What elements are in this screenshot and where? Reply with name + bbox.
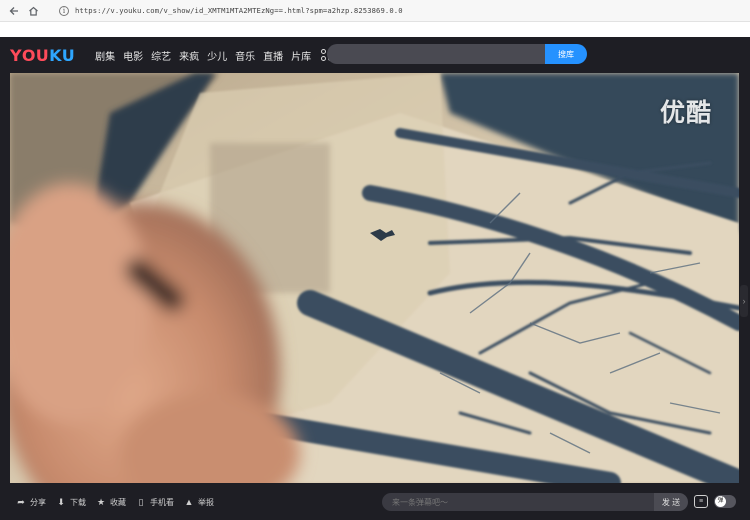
- nav-item-series[interactable]: 剧集: [95, 48, 115, 63]
- nav-item-library[interactable]: 片库: [291, 48, 311, 63]
- share-label: 分享: [30, 497, 46, 507]
- report-label: 举报: [198, 497, 214, 507]
- nav-item-laifeng[interactable]: 来疯: [179, 48, 199, 63]
- nav-item-live[interactable]: 直播: [263, 48, 283, 63]
- channel-nav: 剧集 电影 综艺 来疯 少儿 音乐 直播 片库: [95, 48, 334, 63]
- share-icon: ➦: [17, 496, 25, 507]
- back-arrow-icon[interactable]: [6, 3, 22, 19]
- download-label: 下载: [70, 497, 86, 507]
- share-button[interactable]: ➦ 分享: [16, 497, 46, 508]
- nav-item-variety[interactable]: 综艺: [151, 48, 171, 63]
- search-button[interactable]: 搜库: [545, 44, 587, 64]
- download-icon: ⬇: [57, 496, 65, 507]
- danmu-box: 发 送: [382, 493, 688, 511]
- home-icon[interactable]: [25, 3, 41, 19]
- danmu-settings-icon[interactable]: ≡: [694, 495, 708, 508]
- youku-logo[interactable]: Y O U K U: [10, 46, 75, 65]
- side-panel-toggle[interactable]: ›: [740, 285, 748, 317]
- phone-icon: ▯: [138, 496, 144, 507]
- page-top-gap: [0, 22, 750, 37]
- watch-on-phone-button[interactable]: ▯ 手机看: [136, 497, 174, 508]
- danmu-toggle-knob: 弹: [715, 496, 726, 507]
- favorite-star-icon: ★: [96, 496, 106, 507]
- video-frame[interactable]: 优酷: [10, 73, 739, 483]
- site-header: Y O U K U 剧集 电影 综艺 来疯 少儿 音乐 直播 片库 搜库: [0, 37, 750, 73]
- search-box: 搜库: [327, 44, 587, 64]
- danmu-input[interactable]: [382, 493, 656, 511]
- url-text[interactable]: https://v.youku.com/v_show/id_XMTM1MTA2M…: [75, 6, 403, 15]
- video-still-image: [10, 73, 739, 483]
- address-bar[interactable]: i https://v.youku.com/v_show/id_XMTM1MTA…: [59, 3, 403, 19]
- search-input[interactable]: [327, 44, 547, 64]
- favorite-button[interactable]: ★ 收藏: [96, 497, 126, 508]
- favorite-label: 收藏: [110, 497, 126, 507]
- danmu-toggle[interactable]: 弹: [714, 495, 736, 508]
- browser-toolbar: i https://v.youku.com/v_show/id_XMTM1MTA…: [0, 0, 750, 22]
- nav-item-music[interactable]: 音乐: [235, 48, 255, 63]
- site-info-icon[interactable]: i: [59, 5, 69, 16]
- youku-watermark: 优酷: [659, 98, 712, 127]
- download-button[interactable]: ⬇ 下载: [56, 497, 86, 508]
- report-button[interactable]: ▲ 举报: [184, 497, 214, 508]
- warning-icon: ▲: [184, 497, 194, 507]
- danmu-send-button[interactable]: 发 送: [654, 493, 688, 511]
- video-player: 优酷 ›: [0, 73, 750, 520]
- nav-item-movies[interactable]: 电影: [123, 48, 143, 63]
- nav-item-kids[interactable]: 少儿: [207, 48, 227, 63]
- watch-on-phone-label: 手机看: [150, 497, 174, 507]
- player-action-bar: ➦ 分享 ⬇ 下载 ★ 收藏 ▯ 手机看 ▲ 举报 发 送 ≡ 弹: [0, 490, 750, 514]
